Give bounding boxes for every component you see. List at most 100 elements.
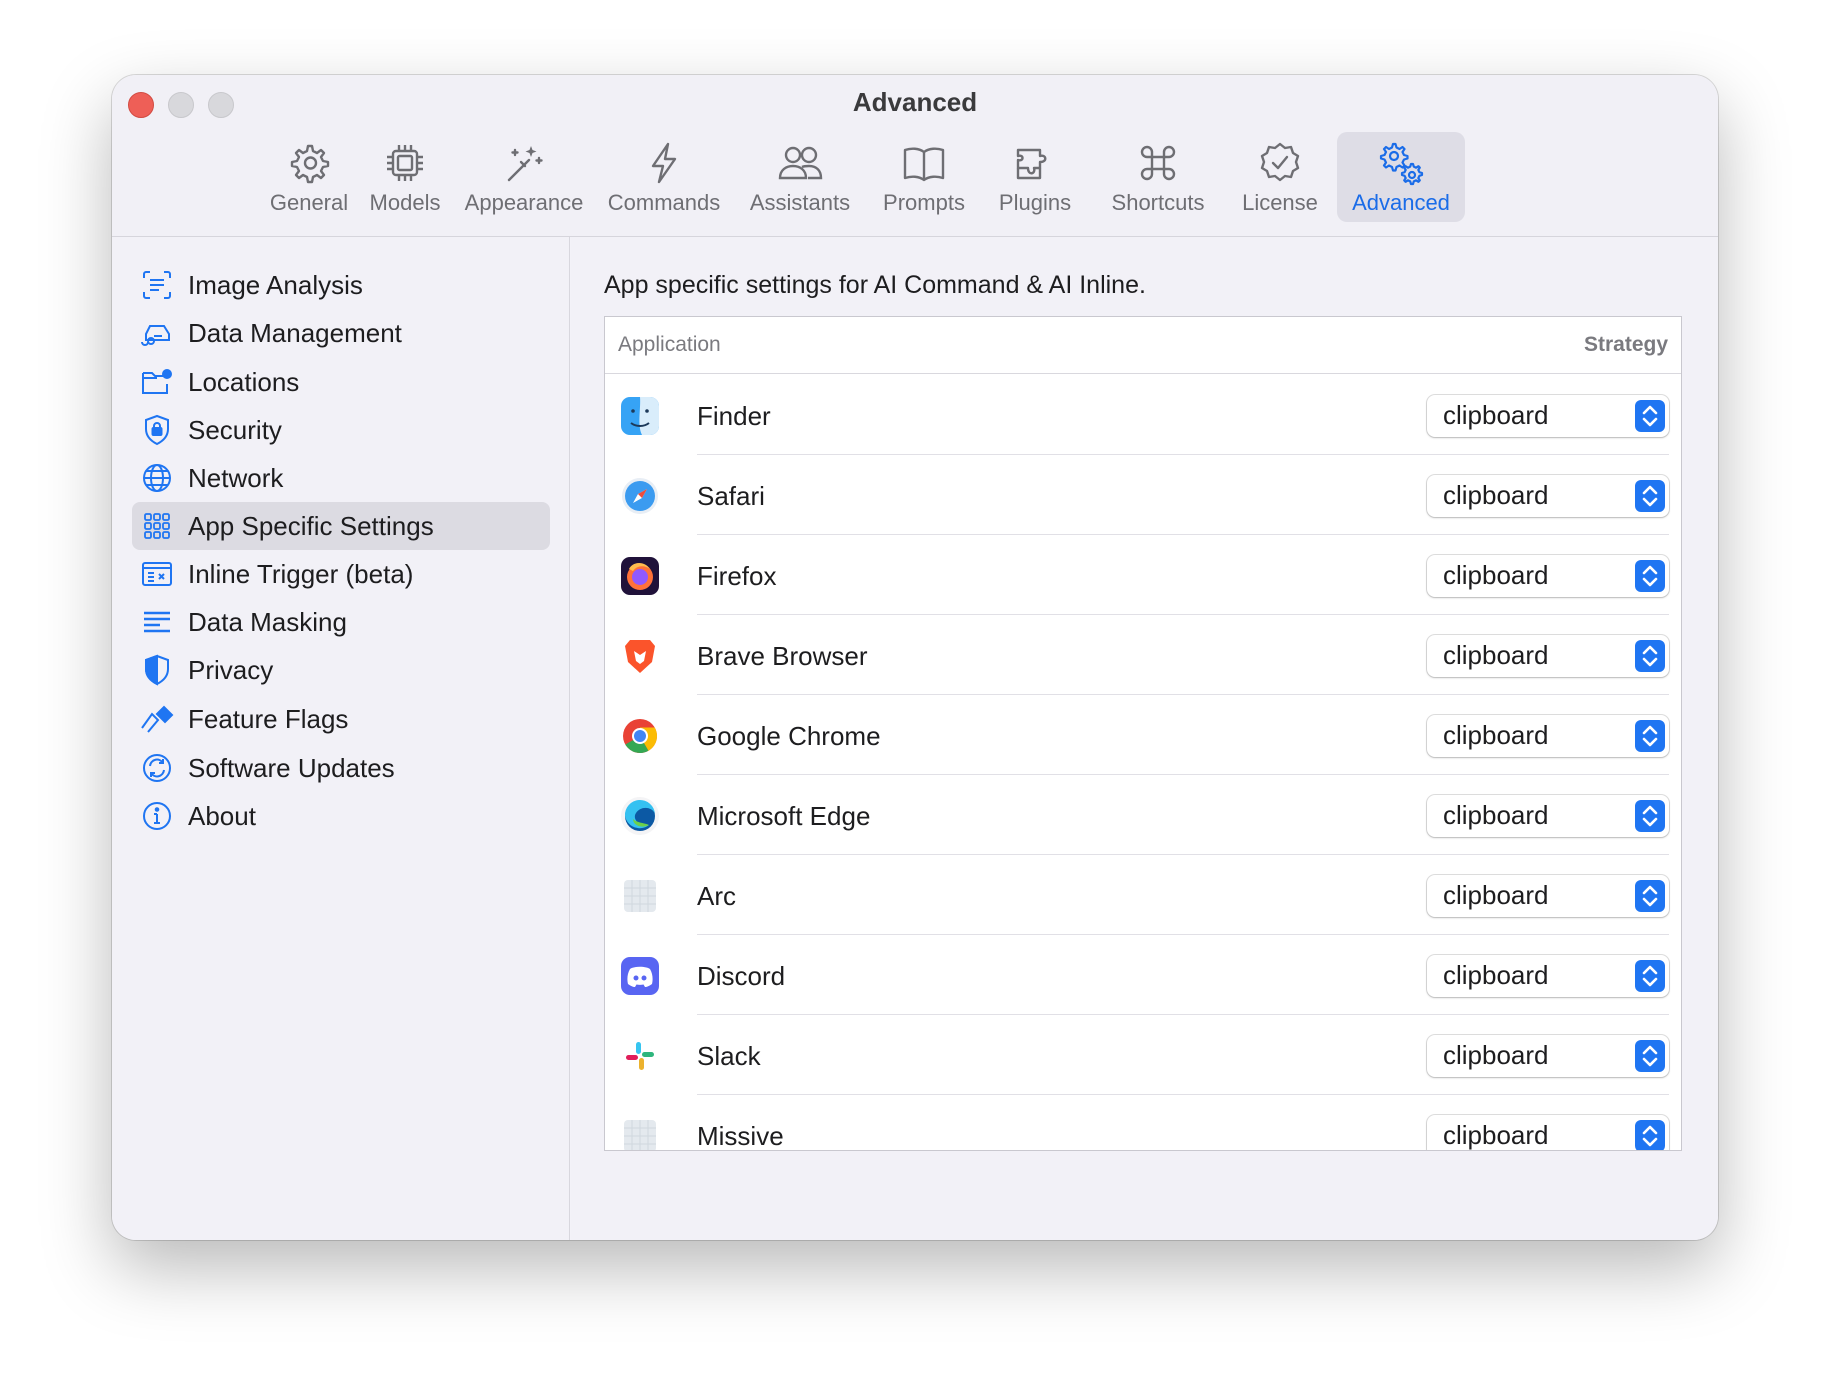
tab-appearance[interactable]: Appearance [457,132,591,222]
app-name: Microsoft Edge [697,801,871,831]
table-row[interactable]: Missive clipboard [605,1095,1681,1150]
sidebar-item-about[interactable]: About [132,792,550,840]
sidebar-item-data-masking[interactable]: Data Masking [132,598,550,646]
firefox-icon [621,557,659,595]
sidebar-item-privacy[interactable]: Privacy [132,646,550,694]
folder-gear-icon [142,369,172,394]
table-row[interactable]: Google Chrome clipboard [605,695,1681,775]
strategy-select[interactable]: clipboard [1427,475,1669,517]
strategy-select[interactable]: clipboard [1427,635,1669,677]
strategy-select[interactable]: clipboard [1427,555,1669,597]
sidebar-item-label: Security [188,414,282,445]
tab-label-prompts: Prompts [883,190,965,215]
tab-general[interactable]: General [265,132,353,222]
gear-icon [290,144,330,184]
table-row[interactable]: Brave Browser clipboard [605,615,1681,695]
chevron-up-down-icon [1635,880,1665,912]
column-header-strategy[interactable]: Strategy [1584,333,1668,357]
gears-icon [1379,142,1424,186]
strategy-value: clipboard [1443,480,1549,510]
sidebar-item-image-analysis[interactable]: Image Analysis [132,261,550,309]
tab-commands[interactable]: Commands [599,132,729,222]
sidebar-item-data-management[interactable]: Data Management [132,309,550,357]
app-name: Discord [697,961,786,991]
tab-advanced[interactable]: Advanced [1337,132,1465,222]
table-row[interactable]: Finder clipboard [605,375,1681,455]
app-grid-icon [144,513,170,539]
app-name: Safari [697,481,765,511]
strategy-select[interactable]: clipboard [1427,955,1669,997]
chevron-up-down-icon [1635,400,1665,432]
refresh-icon [143,754,171,782]
tab-label-commands: Commands [607,190,721,215]
sidebar-item-inline-trigger[interactable]: Inline Trigger (beta) [132,550,550,598]
tab-plugins[interactable]: Plugins [985,132,1085,222]
strategy-select[interactable]: clipboard [1427,395,1669,437]
sidebar-item-label: Feature Flags [188,703,349,734]
car-storage-icon [141,325,170,346]
strategy-select[interactable]: clipboard [1427,875,1669,917]
strategy-select[interactable]: clipboard [1427,1035,1669,1077]
sidebar-item-label: Privacy [188,654,274,685]
tab-label-plugins: Plugins [998,190,1072,215]
sidebar-item-label: Network [188,462,284,493]
strategy-value: clipboard [1443,560,1549,590]
magic-wand-icon [507,146,543,182]
app-name: Brave Browser [697,641,868,671]
tab-label-shortcuts: Shortcuts [1111,190,1205,215]
app-name: Slack [697,1041,761,1071]
table-row[interactable]: Microsoft Edge clipboard [605,775,1681,855]
table-row[interactable]: Discord clipboard [605,935,1681,1015]
tab-license[interactable]: License [1231,132,1329,222]
strategy-value: clipboard [1443,1120,1549,1150]
chevron-up-down-icon [1635,1120,1665,1150]
table-row[interactable]: Slack clipboard [605,1015,1681,1095]
sidebar-item-feature-flags[interactable]: Feature Flags [132,695,550,743]
app-settings-table: Application Strategy Finder clipboard Sa… [604,316,1682,1151]
window-title: Advanced [852,87,978,117]
finder-icon [621,397,659,435]
tab-label-advanced: Advanced [1352,190,1450,215]
keyboard-window-icon [142,562,172,586]
sidebar-item-locations[interactable]: Locations [132,358,550,406]
strategy-select[interactable]: clipboard [1427,795,1669,837]
sidebar-item-software-updates[interactable]: Software Updates [132,744,550,792]
app-name: Google Chrome [697,721,881,751]
generic-app-icon [624,1120,656,1150]
strategy-select[interactable]: clipboard [1427,715,1669,757]
strategy-value: clipboard [1443,640,1549,670]
sidebar-item-network[interactable]: Network [132,454,550,502]
text-viewfinder-icon [143,271,171,299]
chevron-up-down-icon [1635,800,1665,832]
sidebar-item-label: App Specific Settings [188,510,434,541]
chrome-icon [623,719,657,753]
app-name: Finder [697,401,771,431]
table-row[interactable]: Safari clipboard [605,455,1681,535]
chevron-up-down-icon [1635,480,1665,512]
people-icon [778,146,823,180]
sidebar-item-label: Locations [188,366,300,397]
strategy-value: clipboard [1443,400,1549,430]
tab-prompts[interactable]: Prompts [871,132,977,222]
safari-icon [622,478,658,514]
tab-shortcuts[interactable]: Shortcuts [1093,132,1223,222]
strategy-value: clipboard [1443,880,1549,910]
app-name: Arc [697,881,736,911]
table-row[interactable]: Arc clipboard [605,855,1681,935]
tab-assistants[interactable]: Assistants [737,132,863,222]
info-icon [143,802,171,830]
checkmark-seal-icon [1260,142,1300,182]
tab-models[interactable]: Models [361,132,449,222]
sidebar-item-label: Data Management [188,317,402,348]
strategy-select[interactable]: clipboard [1427,1115,1669,1150]
column-header-application[interactable]: Application [618,333,721,357]
strategy-value: clipboard [1443,800,1549,830]
sidebar-item-app-specific-settings[interactable]: App Specific Settings [132,502,550,550]
table-row[interactable]: Firefox clipboard [605,535,1681,615]
sidebar-item-label: Inline Trigger (beta) [188,558,414,589]
sidebar-item-security[interactable]: Security [132,406,550,454]
sidebar-item-label: Image Analysis [188,269,363,300]
book-icon [903,147,945,182]
generic-app-icon [624,880,656,912]
flags-icon [141,705,174,733]
